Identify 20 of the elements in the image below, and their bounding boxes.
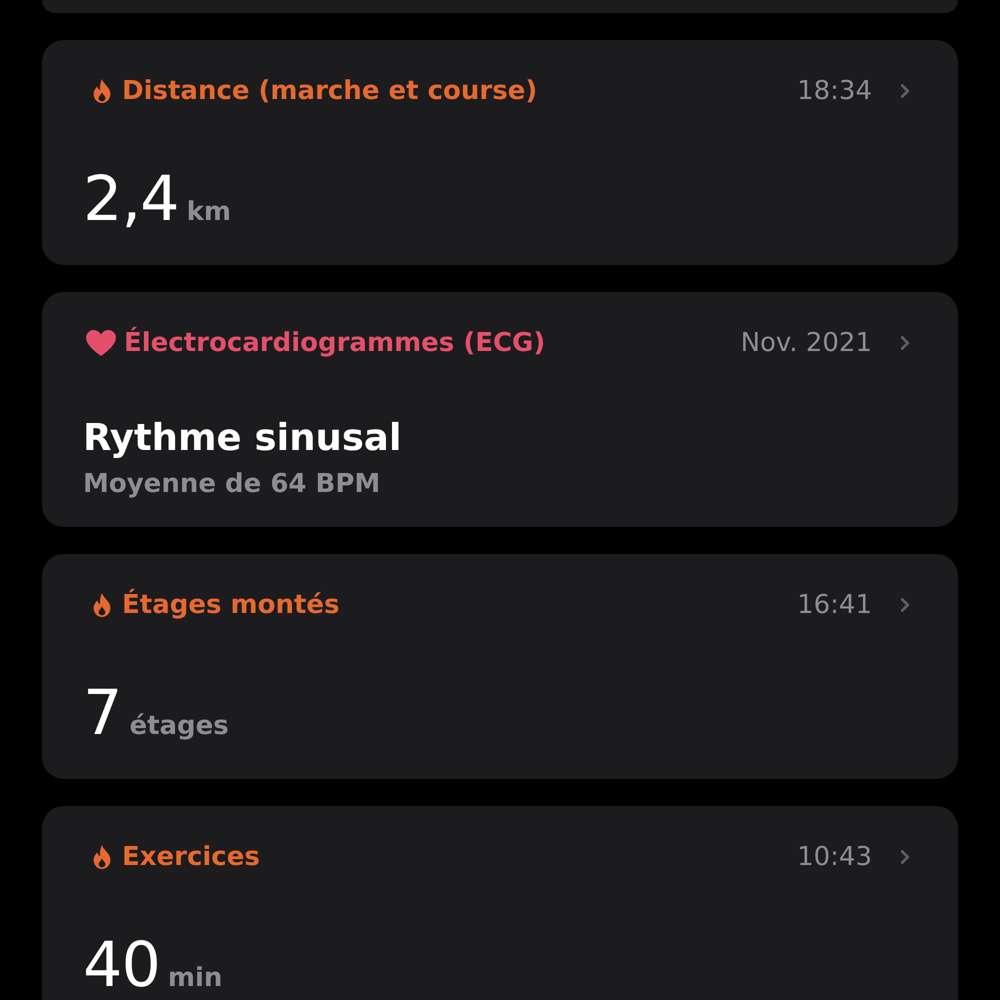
- result-detail: Moyenne de 64 BPM: [83, 468, 380, 500]
- card-title: Électrocardiogrammes (ECG): [124, 328, 546, 358]
- card-title: Distance (marche et course): [122, 76, 538, 106]
- metric-card[interactable]: Électrocardiogrammes (ECG) Nov. 2021 Rythme sinusal Moyenne de 64 BPM: [42, 292, 958, 527]
- card-time: 16:41: [797, 590, 872, 620]
- metric-unit: km: [186, 199, 231, 225]
- metric-value: 7: [83, 682, 122, 744]
- metric-value: 40: [83, 934, 160, 996]
- metric-card[interactable]: Étages montés 16:41 7 étages: [42, 554, 958, 779]
- metric-value: 2,4: [83, 168, 179, 230]
- card-time: 10:43: [797, 842, 872, 872]
- card-time: 18:34: [797, 76, 872, 106]
- metric-card[interactable]: Exercices 10:43 40 min: [42, 806, 958, 1000]
- metric-unit: étages: [129, 712, 229, 739]
- result-headline: Rythme sinusal: [83, 418, 402, 459]
- metric-card[interactable]: Distance (marche et course) 18:34 2,4 km: [42, 40, 958, 265]
- metric-unit: min: [168, 964, 222, 991]
- card-time: Nov. 2021: [740, 328, 872, 358]
- card-title: Exercices: [122, 842, 260, 872]
- card-title: Étages montés: [122, 590, 340, 620]
